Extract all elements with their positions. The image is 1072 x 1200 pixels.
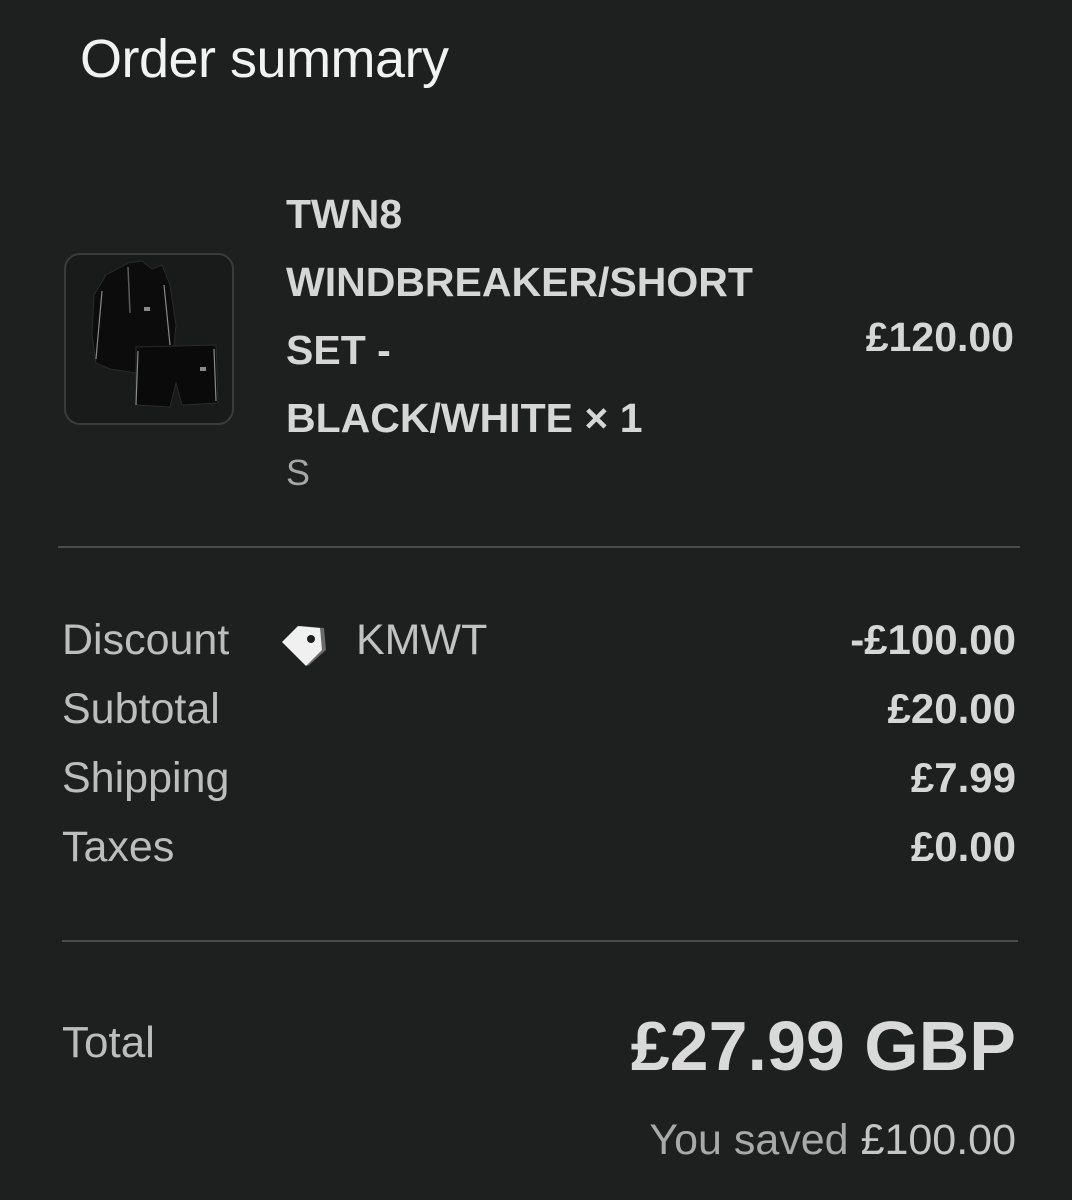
total-value: £27.99 GBP <box>630 1007 1016 1085</box>
subtotal-value: £20.00 <box>887 685 1016 732</box>
product-quantity: × 1 <box>584 395 643 441</box>
tracksuit-thumbnail-icon <box>91 260 219 408</box>
product-name-line: BLACK/WHITE <box>286 395 573 441</box>
product-thumbnail <box>64 253 234 425</box>
savings-amount: £100.00 <box>860 1116 1016 1164</box>
product-name-line: SET - <box>286 327 391 373</box>
product-variant: S <box>286 452 311 493</box>
discount-label: Discount <box>62 616 230 664</box>
savings-prefix: You saved <box>649 1116 849 1164</box>
shipping-value: £7.99 <box>910 754 1016 801</box>
discount-row: Discount KMWT -£100.00 <box>62 616 1016 676</box>
tag-icon <box>282 626 326 666</box>
discount-code: KMWT <box>356 616 488 664</box>
divider <box>58 546 1020 548</box>
page-title: Order summary <box>80 29 449 89</box>
taxes-row: Taxes £0.00 <box>62 823 1016 883</box>
divider <box>62 940 1018 942</box>
product-name: TWN8 WINDBREAKER/SHORT SET - BLACK/WHITE… <box>286 180 806 452</box>
shipping-label: Shipping <box>62 754 230 802</box>
order-summary-page: Order summary TWN8 WINDBREAKER/SHORT SET… <box>0 0 1072 1200</box>
total-label: Total <box>62 1018 155 1067</box>
taxes-value: £0.00 <box>910 823 1016 870</box>
product-price: £120.00 <box>865 314 1014 360</box>
shipping-row: Shipping £7.99 <box>62 754 1016 814</box>
savings-note: You saved £100.00 <box>649 1116 1016 1165</box>
product-name-line-last: BLACK/WHITE × 1 <box>286 384 806 452</box>
product-name-line: TWN8 <box>286 191 403 237</box>
discount-value: -£100.00 <box>850 616 1016 663</box>
subtotal-row: Subtotal £20.00 <box>62 685 1016 745</box>
taxes-label: Taxes <box>62 823 175 871</box>
product-name-line: WINDBREAKER/SHORT <box>286 259 753 305</box>
subtotal-label: Subtotal <box>62 685 220 733</box>
